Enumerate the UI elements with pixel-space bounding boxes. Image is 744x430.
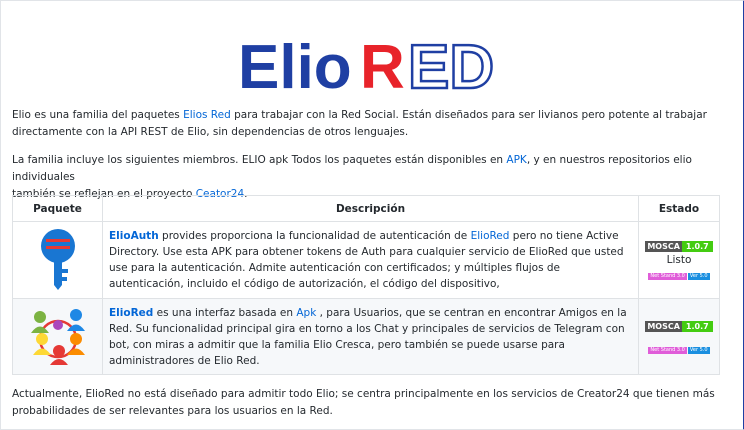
header-descripcion: Descripción — [102, 195, 639, 222]
status-text: Listo — [666, 254, 692, 266]
link-apk-row[interactable]: Apk — [296, 307, 316, 319]
eliored-status-cell: MOSCA 1.0.7 Net Stand 3.0 Ver 5.0 — [638, 298, 720, 375]
link-elios-red[interactable]: Elios Red — [183, 109, 231, 121]
elioauth-description: ElioAuth provides proporciona la funcion… — [102, 221, 639, 299]
footer-paragraph: Actualmente, ElioRed no está diseñado pa… — [12, 388, 715, 417]
framework-badge: Net Stand 3.0 Ver 5.0 — [648, 346, 710, 354]
link-eliored[interactable]: ElioRed — [471, 230, 510, 242]
elio-red-logo: Elio R ED — [238, 32, 495, 96]
logo-ed: ED — [408, 33, 494, 96]
table-header-row: Paquete Descripción Estado — [12, 195, 720, 222]
framework-badge: Net Stand 3.0 Ver 5.0 — [648, 273, 710, 280]
version-badge[interactable]: MOSCA 1.0.7 — [645, 241, 713, 252]
eliored-icon-cell — [12, 298, 103, 375]
logo-elio: Elio — [238, 33, 352, 96]
logo-r: R — [360, 33, 405, 96]
header-estado: Estado — [638, 195, 720, 222]
table-row: ElioRed es una interfaz basada en Apk , … — [12, 298, 720, 375]
pkg-name-eliored[interactable]: ElioRed — [109, 307, 153, 319]
version-badge[interactable]: MOSCA 1.0.7 — [645, 320, 713, 332]
status-text — [640, 334, 718, 340]
people-network-icon — [30, 309, 85, 365]
elioauth-status-cell: MOSCA 1.0.7 Listo Net Stand 3.0 Ver 5.0 — [638, 221, 720, 299]
intro-paragraph: Elio es una familia del paquetes Elios R… — [12, 109, 707, 138]
pkg-name-elioauth[interactable]: ElioAuth — [109, 230, 159, 242]
table-row: ElioAuth provides proporciona la funcion… — [12, 221, 720, 299]
packages-table: Paquete Descripción Estado ElioAuth prov… — [12, 195, 720, 375]
link-apk[interactable]: APK — [506, 154, 526, 166]
elioauth-icon-cell — [12, 221, 103, 299]
header-paquete: Paquete — [12, 195, 103, 222]
eliored-description: ElioRed es una interfaz basada en Apk , … — [102, 298, 639, 375]
key-icon — [40, 228, 75, 290]
